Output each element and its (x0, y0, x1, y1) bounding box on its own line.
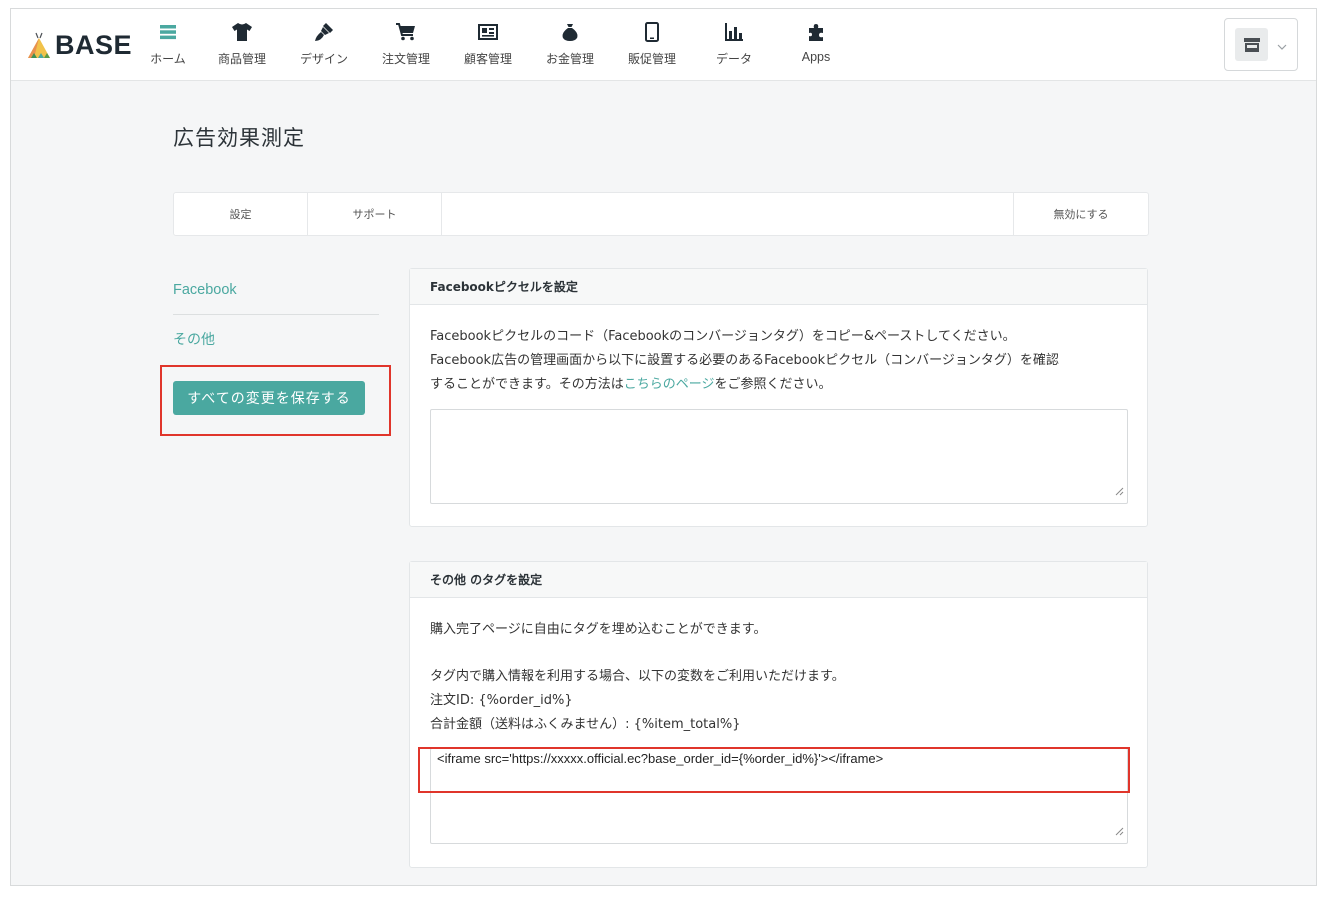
nav-label: 商品管理 (217, 52, 266, 66)
nav-item-design[interactable]: デザイン (283, 9, 365, 81)
bar-chart-icon (725, 22, 743, 42)
nav-label: デザイン (299, 52, 348, 66)
main-nav: ホーム 商品管理 デザイン 注文管理 顧客管理 お金管理 販促管理 データ Ap… (135, 9, 857, 81)
top-header: BASE ホーム 商品管理 デザイン 注文管理 顧客管理 お金管理 販促管理 デ… (11, 9, 1316, 81)
sidebar-item-facebook[interactable]: Facebook (173, 282, 237, 298)
sidebar-divider (173, 314, 379, 315)
variable-order-id: 注文ID: {%order_id%} (430, 693, 573, 708)
app-window: BASE ホーム 商品管理 デザイン 注文管理 顧客管理 お金管理 販促管理 デ… (10, 8, 1317, 886)
nav-item-customers[interactable]: 顧客管理 (447, 9, 529, 81)
tab-bar: 設定 サポート 無効にする (173, 192, 1149, 236)
tab-spacer (442, 193, 1014, 235)
description-line: 購入完了ページに自由にタグを埋め込むことができます。 (430, 622, 767, 637)
nav-item-money[interactable]: お金管理 (529, 9, 611, 81)
panel-title: その他 のタグを設定 (410, 562, 1147, 598)
nav-label: ホーム (150, 52, 186, 66)
nav-item-apps[interactable]: Apps (775, 9, 857, 81)
nav-item-products[interactable]: 商品管理 (201, 9, 283, 81)
base-logo[interactable]: BASE (25, 29, 132, 61)
tshirt-icon (232, 22, 252, 42)
panel-title-text: Facebookピクセルを設定 (430, 280, 578, 294)
tab-support[interactable]: サポート (308, 193, 442, 235)
highlight-box (418, 747, 1130, 793)
panel-body: Facebookピクセルのコード（Facebookのコンバージョンタグ）をコピー… (410, 305, 1147, 397)
tent-logo-icon (25, 30, 53, 60)
smartphone-icon (645, 22, 659, 42)
nav-label: 注文管理 (381, 52, 430, 66)
description-text: をご参照ください。 (714, 377, 832, 392)
help-page-link[interactable]: こちらのページ (624, 377, 715, 392)
variable-item-total: 合計金額（送料はふくみません）: {%item_total%} (430, 717, 741, 732)
id-card-icon (478, 22, 498, 42)
store-icon (1235, 28, 1268, 61)
sidebar-item-other[interactable]: その他 (173, 329, 215, 349)
list-icon (160, 22, 176, 42)
nav-item-orders[interactable]: 注文管理 (365, 9, 447, 81)
resize-handle-icon[interactable] (1114, 821, 1124, 840)
panel-title-text: その他 のタグを設定 (430, 573, 543, 587)
nav-label: データ (715, 52, 752, 66)
shop-menu-button[interactable] (1224, 18, 1298, 71)
brush-icon (315, 22, 333, 42)
resize-handle-icon[interactable] (1114, 481, 1124, 500)
nav-label: 顧客管理 (463, 52, 512, 66)
facebook-pixel-code-textarea[interactable] (430, 409, 1128, 504)
description-line: Facebookピクセルのコード（Facebookのコンバージョンタグ）をコピー… (430, 329, 1016, 344)
facebook-pixel-panel: Facebookピクセルを設定 Facebookピクセルのコード（Faceboo… (409, 268, 1148, 527)
panel-body: 購入完了ページに自由にタグを埋め込むことができます。 タグ内で購入情報を利用する… (410, 598, 1147, 737)
description-line: タグ内で購入情報を利用する場合、以下の変数をご利用いただけます。 (430, 669, 845, 684)
money-bag-icon (561, 22, 579, 42)
chevron-down-icon (1277, 35, 1287, 54)
nav-label: お金管理 (545, 52, 594, 66)
description-line: Facebook広告の管理画面から以下に設置する必要のあるFacebookピクセ… (430, 353, 1059, 368)
tab-settings[interactable]: 設定 (174, 193, 308, 235)
cart-icon (396, 22, 416, 42)
highlight-box (160, 365, 391, 436)
page-title: 広告効果測定 (173, 126, 305, 150)
disable-button[interactable]: 無効にする (1014, 193, 1148, 235)
description-text: することができます。その方法は (430, 377, 624, 392)
puzzle-icon (807, 22, 825, 42)
nav-item-data[interactable]: データ (693, 9, 775, 81)
panel-title: Facebookピクセルを設定 (410, 269, 1147, 305)
nav-label: Apps (801, 50, 831, 64)
nav-item-promotion[interactable]: 販促管理 (611, 9, 693, 81)
nav-item-home[interactable]: ホーム (135, 9, 201, 81)
description-line: することができます。その方法はこちらのページをご参照ください。 (430, 373, 1127, 397)
logo-text: BASE (55, 29, 133, 60)
nav-label: 販促管理 (627, 52, 676, 66)
other-tags-panel: その他 のタグを設定 購入完了ページに自由にタグを埋め込むことができます。 タグ… (409, 561, 1148, 868)
